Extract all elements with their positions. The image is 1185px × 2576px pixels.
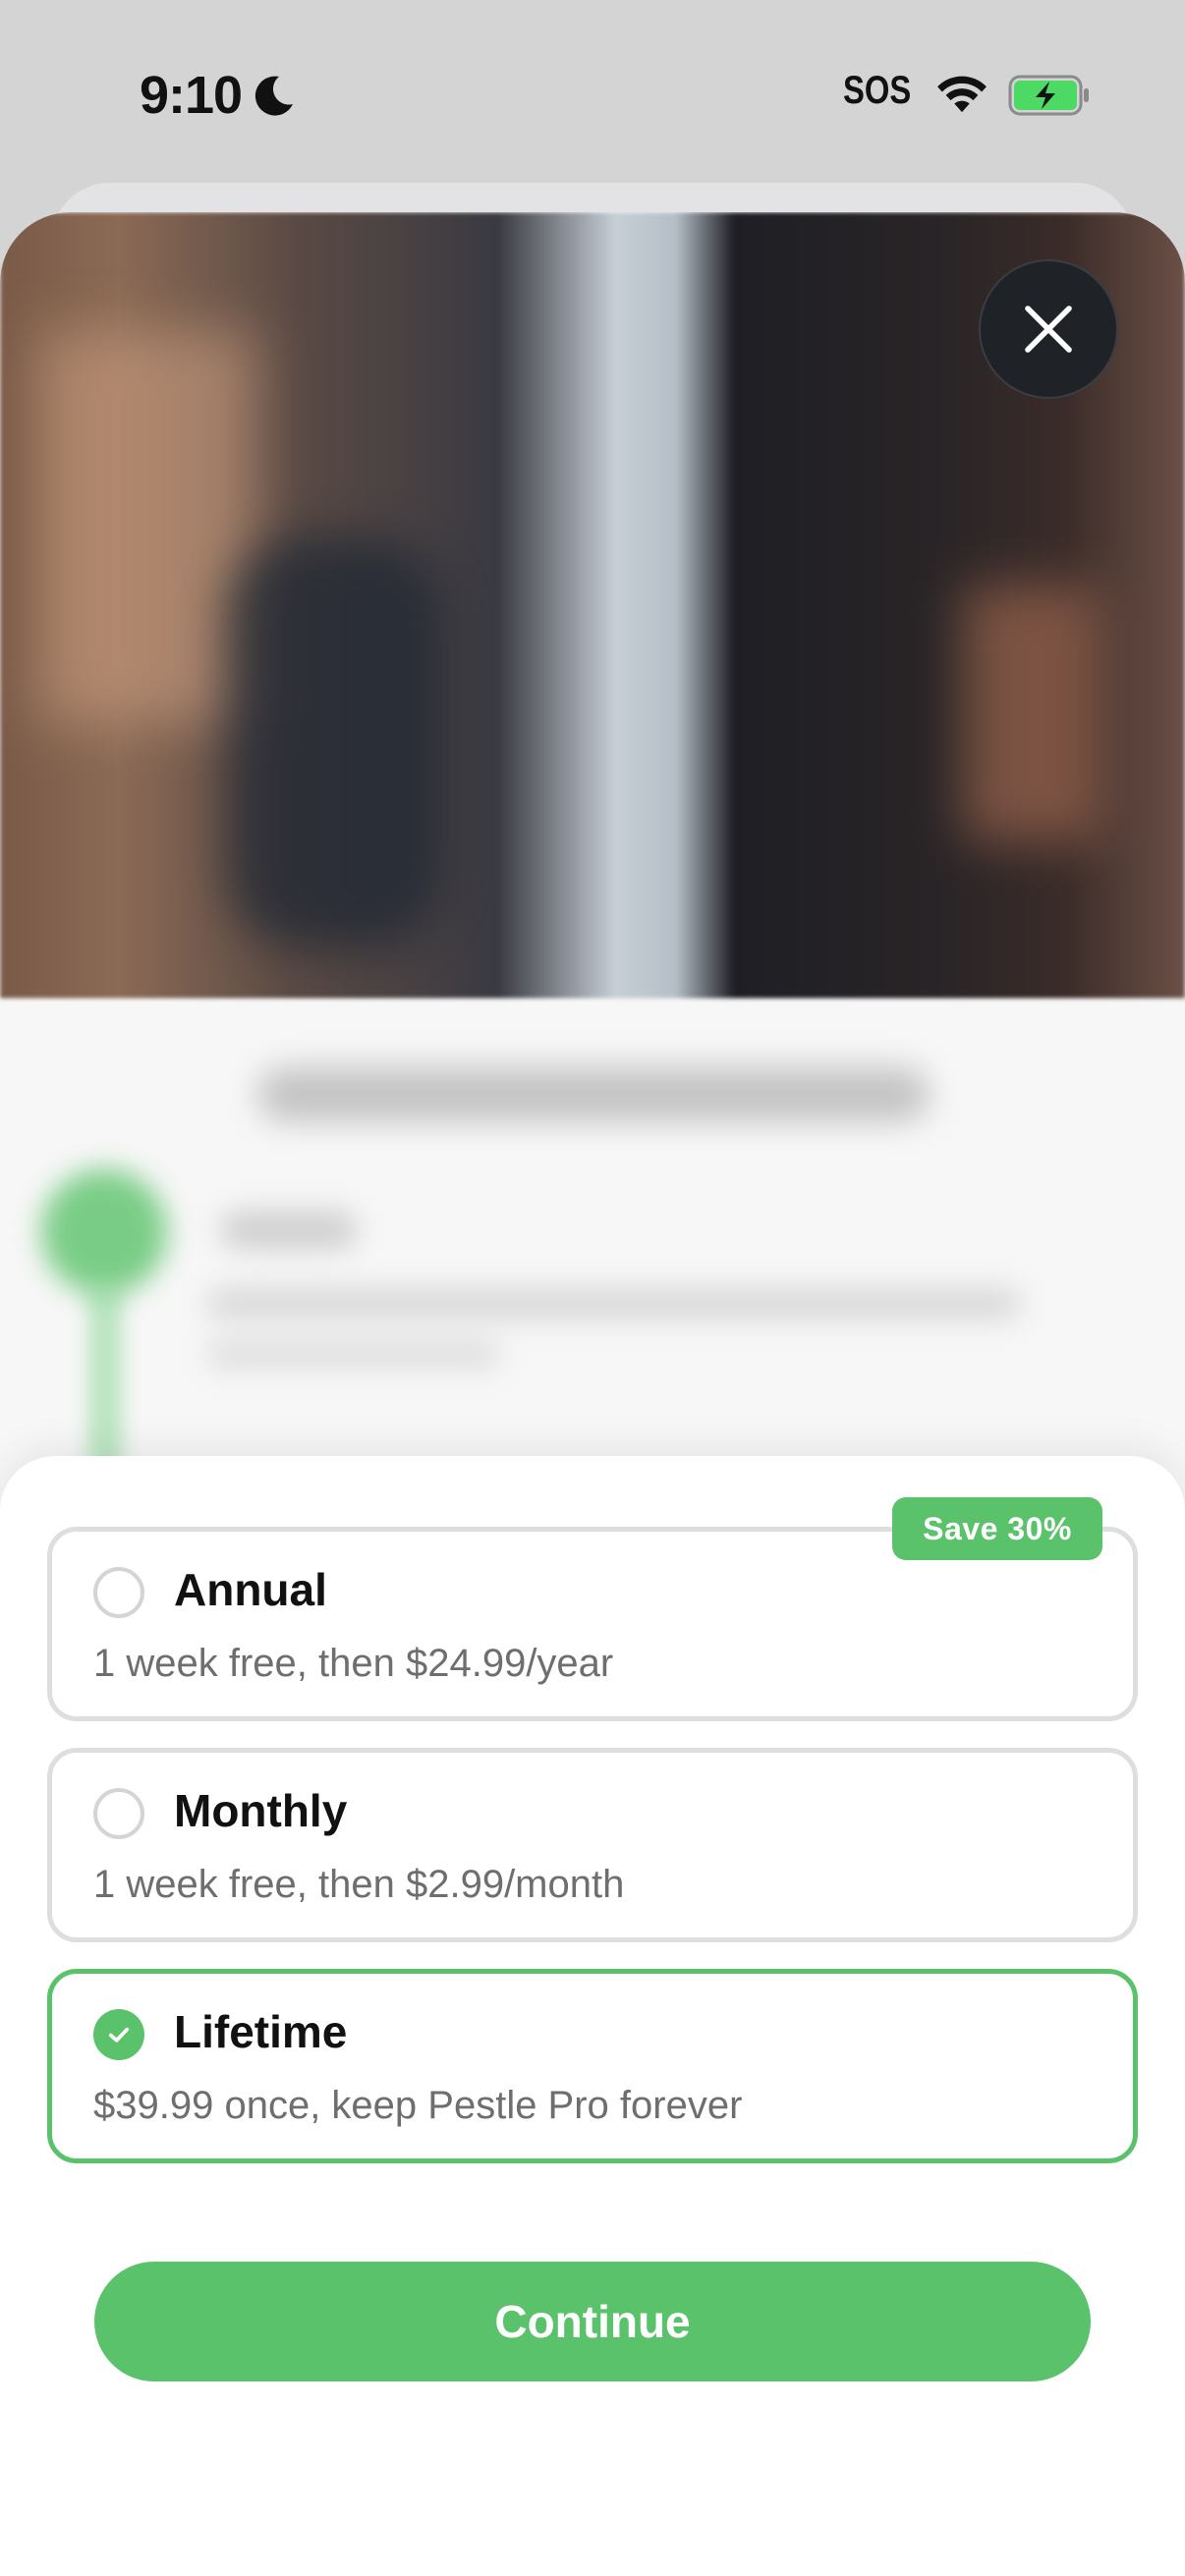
wifi-icon <box>937 76 987 113</box>
close-icon <box>1025 306 1072 353</box>
blurred-text <box>206 1287 1022 1320</box>
battery-charging-icon <box>1008 75 1089 116</box>
sos-indicator: SOS <box>843 69 912 112</box>
hero-image-detail <box>226 536 442 949</box>
blurred-text <box>206 1338 501 1370</box>
plan-picker-panel: Save 30% Annual 1 week free, then $24.99… <box>0 1456 1185 2576</box>
plan-description: 1 week free, then $24.99/year <box>93 1642 614 1685</box>
blurred-heading <box>257 1067 930 1122</box>
checkmark-icon <box>108 2027 130 2043</box>
blurred-text <box>220 1210 358 1250</box>
radio-button[interactable] <box>93 1788 144 1839</box>
blurred-timeline-dot <box>41 1169 167 1295</box>
plan-name: Lifetime <box>174 2006 348 2057</box>
paywall-screen: 9:10 SOS Save 30% Annual 1 week free, th… <box>0 0 1185 2576</box>
save-badge: Save 30% <box>892 1497 1102 1560</box>
moon-icon <box>254 76 293 116</box>
plan-option-lifetime[interactable]: Lifetime $39.99 once, keep Pestle Pro fo… <box>47 1969 1138 2163</box>
continue-button[interactable]: Continue <box>94 2262 1091 2381</box>
status-time: 9:10 <box>140 66 243 125</box>
plan-option-monthly[interactable]: Monthly 1 week free, then $2.99/month <box>47 1748 1138 1942</box>
plan-name: Annual <box>174 1564 327 1615</box>
plan-name: Monthly <box>174 1785 348 1836</box>
status-bar: 9:10 SOS <box>0 0 1185 187</box>
plan-description: $39.99 once, keep Pestle Pro forever <box>93 2084 743 2127</box>
plan-description: 1 week free, then $2.99/month <box>93 1863 625 1906</box>
hero-image-detail <box>963 586 1100 841</box>
close-button[interactable] <box>979 259 1118 399</box>
radio-button-checked[interactable] <box>93 2009 144 2060</box>
hero-image-detail <box>39 330 255 723</box>
radio-button[interactable] <box>93 1567 144 1618</box>
